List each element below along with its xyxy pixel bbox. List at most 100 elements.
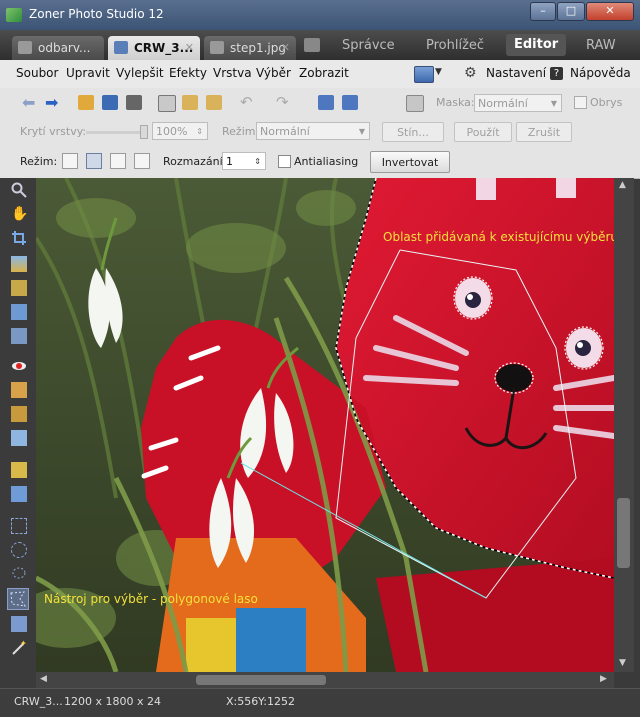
close-tab-icon[interactable]: ✕ [185,36,194,60]
close-window-button[interactable]: ✕ [586,2,634,21]
scroll-down-icon[interactable]: ▼ [619,658,626,668]
share-icon[interactable] [414,66,434,83]
image-icon [210,41,224,54]
vertical-scroll-thumb[interactable] [617,498,630,568]
shadow-button[interactable]: Stín... [382,122,444,142]
brush-tool-icon[interactable] [11,462,27,478]
main-toolbar: ⬅ ➡ ↶ ↷ Maska: Normální ▼ Obrys [0,88,640,119]
redo-icon[interactable]: ↷ [276,93,289,111]
blur-input[interactable]: 1 ⇕ [222,152,266,170]
menu-file[interactable]: Soubor [16,66,58,80]
paste-icon[interactable] [182,95,198,110]
ellipse-selection-icon[interactable] [11,542,27,558]
chevron-down-icon[interactable]: ▼ [435,67,442,77]
lasso-icon[interactable] [11,566,27,582]
transform-icon[interactable] [11,328,27,344]
straighten-icon[interactable] [11,256,27,272]
mode-tab-manager[interactable]: Správce [342,38,395,53]
outline-checkbox[interactable] [574,96,587,109]
rotate-right-icon[interactable] [342,95,358,110]
menu-enhance[interactable]: Vylepšit [116,66,164,80]
perspective-icon[interactable] [11,280,27,296]
menu-bar: Soubor Upravit Vylepšit Efekty Vrstva Vý… [0,60,640,89]
blend-mode-value: Normální [260,125,310,138]
apply-button[interactable]: Použít [454,122,512,142]
undo-icon[interactable]: ↶ [240,93,253,111]
paste-special-icon[interactable] [206,95,222,110]
mode-tab-editor[interactable]: Editor [506,34,567,56]
menu-view[interactable]: Zobrazit [299,66,349,80]
horizontal-scroll-thumb[interactable] [196,675,326,685]
close-tab-icon[interactable]: ✕ [281,36,290,60]
print-icon[interactable] [126,95,142,110]
polygon-lasso-icon[interactable] [7,588,29,610]
open-folder-icon[interactable] [78,95,94,110]
maximize-button[interactable]: □ [557,2,585,21]
spinner-icon: ⇕ [254,157,261,166]
magic-wand-icon[interactable]: ✦ [11,639,27,656]
menu-layer[interactable]: Vrstva [213,66,252,80]
save-icon[interactable] [102,95,118,110]
menu-selection[interactable]: Výběr [256,66,291,80]
window-title: Zoner Photo Studio 12 [29,7,164,21]
image-canvas[interactable]: Oblast přidávaná k existujícímu výběru N… [36,178,614,672]
scroll-up-icon[interactable]: ▲ [619,180,626,190]
rotate-left-icon[interactable] [318,95,334,110]
back-arrow-icon[interactable]: ⬅ [22,93,35,112]
new-tab-icon[interactable] [304,38,320,52]
scroll-right-icon[interactable]: ▶ [600,674,607,684]
stamp-icon[interactable] [11,382,27,398]
mode-tab-raw[interactable]: RAW [586,38,616,53]
mode-add-selection-icon[interactable] [86,153,102,169]
menu-effects[interactable]: Efekty [169,66,207,80]
tab-document-2[interactable]: CRW_3... ✕ [108,36,200,60]
status-x-coord: X:556 [226,695,259,708]
mask-select[interactable]: Normální ▼ [474,94,562,112]
mask-label: Maska: [436,96,475,109]
forward-arrow-icon[interactable]: ➡ [45,93,58,112]
mode-subtract-selection-icon[interactable] [110,153,126,169]
help-icon: ? [550,67,563,80]
horizontal-scrollbar[interactable]: ◀ ▶ [36,672,614,688]
edit-icon [114,41,128,54]
mode-new-selection-icon[interactable] [62,153,78,169]
minimize-button[interactable]: – [530,2,556,21]
zoom-icon[interactable] [11,182,27,198]
invert-button[interactable]: Invertovat [370,151,450,173]
scroll-left-icon[interactable]: ◀ [40,674,47,684]
chevron-down-icon: ▼ [358,127,365,136]
spinner-icon: ⇕ [196,127,203,136]
antialiasing-label: Antialiasing [294,155,359,168]
mode-intersect-selection-icon[interactable] [134,153,150,169]
fill-icon[interactable] [11,486,27,502]
red-eye-icon[interactable] [11,358,27,374]
vertical-scrollbar[interactable]: ▲ ▼ [614,178,634,672]
tab-document-1[interactable]: odbarv... [12,36,104,60]
antialiasing-checkbox[interactable] [278,155,291,168]
outline-label: Obrys [590,96,623,109]
opacity-input[interactable]: 100% ⇕ [152,122,208,140]
retouch-icon[interactable] [11,430,27,446]
crop-icon[interactable] [11,230,27,246]
blur-label: Rozmazání: [163,155,227,168]
settings-menu[interactable]: Nastavení [486,66,546,80]
magnetic-lasso-icon[interactable] [11,616,27,632]
tab-document-3[interactable]: step1.jpg ✕ [204,36,296,60]
blend-mode-select[interactable]: Normální ▼ [256,122,370,140]
status-y-coord: Y:1252 [258,695,295,708]
mode-tab-viewer[interactable]: Prohlížeč [426,38,484,53]
healing-brush-icon[interactable] [11,406,27,422]
status-dimensions: 1200 x 1800 x 24 [64,695,161,708]
brush-icon[interactable] [406,95,424,112]
opacity-slider[interactable] [86,131,146,134]
rect-selection-icon[interactable] [11,518,27,534]
help-menu[interactable]: Nápověda [570,66,631,80]
hand-icon[interactable]: ✋ [11,206,28,222]
selection-mode-label: Režim: [20,155,58,168]
menu-edit[interactable]: Upravit [66,66,110,80]
resize-icon[interactable] [11,304,27,320]
copy-icon[interactable] [158,95,176,112]
cancel-button[interactable]: Zrušit [516,122,572,142]
opacity-value: 100% [156,125,188,138]
opacity-slider-handle[interactable] [140,125,148,139]
